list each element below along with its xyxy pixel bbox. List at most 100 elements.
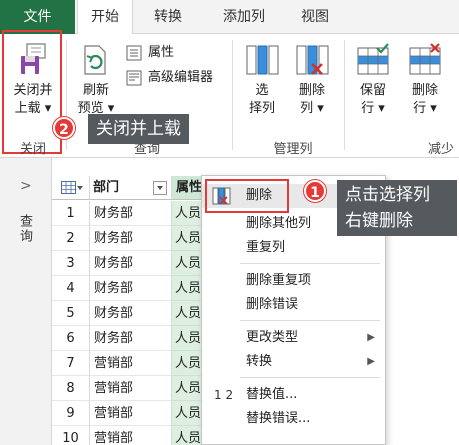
keep-rows-label-1: 保留: [359, 83, 386, 98]
menu-item-change-type-label: 更改类型: [246, 330, 299, 345]
keep-rows-icon: [357, 43, 389, 75]
menu-item-replace-errors[interactable]: 替换错误...: [202, 407, 385, 431]
menu-item-transform-label: 转换: [246, 354, 273, 369]
group-reduce-rows-label: 减少: [428, 142, 455, 157]
queries-pane-label[interactable]: 查询: [15, 214, 34, 244]
menu-item-duplicate-column[interactable]: 重复列: [202, 236, 385, 260]
remove-highlight: [205, 179, 289, 213]
cell-dept[interactable]: 营销部: [90, 401, 172, 426]
cell-dept[interactable]: 财务部: [90, 276, 172, 301]
step-1-callout: 点击选择列 右键删除: [337, 180, 457, 236]
tab-file[interactable]: 文件: [0, 0, 75, 34]
row-number: 6: [52, 326, 90, 351]
properties-icon: [126, 45, 142, 61]
menu-item-replace-values-label: 替换值...: [246, 387, 298, 402]
cell-dept[interactable]: 财务部: [90, 226, 172, 251]
advanced-editor-button[interactable]: 高级编辑器: [126, 69, 236, 87]
column-header-dept[interactable]: 部门: [90, 176, 172, 200]
table-row: 1 财务部 人员: [52, 201, 222, 226]
step-1-callout-line-2: 右键删除: [345, 211, 413, 231]
row-number: 3: [52, 251, 90, 276]
group-manage-columns-label: 管理列: [273, 142, 313, 157]
choose-columns-icon: [246, 45, 279, 75]
column-header-attribute-label: 属性: [176, 180, 203, 195]
keep-rows-button[interactable]: 保留 行 ▾: [350, 42, 396, 118]
group-separator: [344, 40, 345, 150]
submenu-arrow-icon: ▶: [367, 356, 375, 367]
properties-button[interactable]: 属性: [126, 44, 226, 62]
remove-columns-label-2: 列 ▾: [300, 101, 324, 116]
table-row: 7 营销部 人员: [52, 351, 222, 376]
table-row: 5 财务部 人员: [52, 301, 222, 326]
refresh-preview-button[interactable]: 刷新 预览 ▾: [72, 44, 120, 118]
table-row: 4 财务部 人员: [52, 276, 222, 301]
step-2-callout: 关闭并上载: [88, 114, 189, 144]
cell-dept[interactable]: 财务部: [90, 201, 172, 226]
queries-pane: > 查询: [0, 158, 52, 445]
row-number: 7: [52, 351, 90, 376]
remove-columns-icon: [296, 45, 329, 75]
table-row: 9 营销部 人员: [52, 401, 222, 426]
advanced-editor-icon: [126, 70, 142, 86]
row-number: 10: [52, 426, 90, 445]
column-header-dept-label: 部门: [93, 180, 120, 195]
dept-filter-dropdown-icon[interactable]: [153, 181, 167, 195]
step-2-badge: 2: [53, 117, 75, 139]
choose-columns-button[interactable]: 选 择列: [240, 42, 284, 118]
choose-columns-label-2: 择列: [248, 101, 275, 116]
tab-transform[interactable]: 转换: [140, 0, 196, 34]
table-row: 6 财务部 人员: [52, 326, 222, 351]
menu-separator: [240, 263, 380, 264]
menu-item-remove-errors[interactable]: 删除错误: [202, 293, 385, 317]
row-number: 8: [52, 376, 90, 401]
ribbon: 关闭并 上载 ▾ 关闭 刷新 预览 ▾ 属性 高级编辑器 查询 选 择列 删除 …: [0, 30, 459, 158]
table-row: 10 营销部 人员: [52, 426, 222, 445]
menu-item-change-type[interactable]: 更改类型 ▶: [202, 326, 385, 350]
remove-rows-label-1: 删除: [411, 83, 438, 98]
remove-rows-label-2: 行 ▾: [413, 101, 437, 116]
table-row: 8 营销部 人员: [52, 376, 222, 401]
close-and-load-highlight: [2, 30, 62, 154]
menu-item-transform[interactable]: 转换 ▶: [202, 350, 385, 374]
menu-item-remove-duplicates[interactable]: 删除重复项: [202, 269, 385, 293]
replace-values-icon: 1 2: [214, 388, 234, 402]
group-close-label: 关闭: [19, 142, 46, 157]
remove-columns-label-1: 删除: [298, 83, 325, 98]
refresh-label-1: 刷新: [82, 83, 109, 98]
cell-dept[interactable]: 营销部: [90, 426, 172, 445]
row-number: 9: [52, 401, 90, 426]
tab-view[interactable]: 视图: [290, 0, 340, 34]
tab-home[interactable]: 开始: [77, 0, 133, 35]
ribbon-tab-bar: 文件 开始 转换 添加列 视图: [0, 0, 459, 35]
keep-rows-label-2: 行 ▾: [361, 101, 385, 116]
refresh-icon: [84, 45, 106, 75]
grid-formula-area: [52, 158, 459, 176]
row-number: 2: [52, 226, 90, 251]
step-1-callout-line-1: 点击选择列: [345, 185, 430, 205]
menu-item-replace-values[interactable]: 1 2 替换值...: [202, 383, 385, 407]
row-number: 5: [52, 301, 90, 326]
properties-label: 属性: [148, 45, 175, 60]
row-number: 1: [52, 201, 90, 226]
expand-queries-icon[interactable]: >: [20, 178, 32, 194]
cell-dept[interactable]: 财务部: [90, 326, 172, 351]
cell-dept[interactable]: 财务部: [90, 251, 172, 276]
remove-rows-button[interactable]: 删除 行 ▾: [402, 42, 448, 118]
table-icon: [61, 181, 83, 194]
advanced-editor-label: 高级编辑器: [148, 70, 214, 85]
cell-dept[interactable]: 营销部: [90, 376, 172, 401]
table-menu-corner[interactable]: [52, 176, 90, 200]
tab-add-column[interactable]: 添加列: [208, 0, 280, 34]
menu-separator: [240, 377, 380, 378]
submenu-arrow-icon: ▶: [367, 332, 375, 343]
table-row: 2 财务部 人员: [52, 226, 222, 251]
cell-dept[interactable]: 财务部: [90, 301, 172, 326]
remove-columns-button[interactable]: 删除 列 ▾: [290, 42, 334, 118]
cell-dept[interactable]: 营销部: [90, 351, 172, 376]
remove-rows-icon: [409, 43, 441, 75]
menu-separator: [240, 320, 380, 321]
table-row: 3 财务部 人员: [52, 251, 222, 276]
row-number: 4: [52, 276, 90, 301]
group-separator: [232, 40, 233, 150]
choose-columns-label-1: 选: [255, 83, 269, 98]
